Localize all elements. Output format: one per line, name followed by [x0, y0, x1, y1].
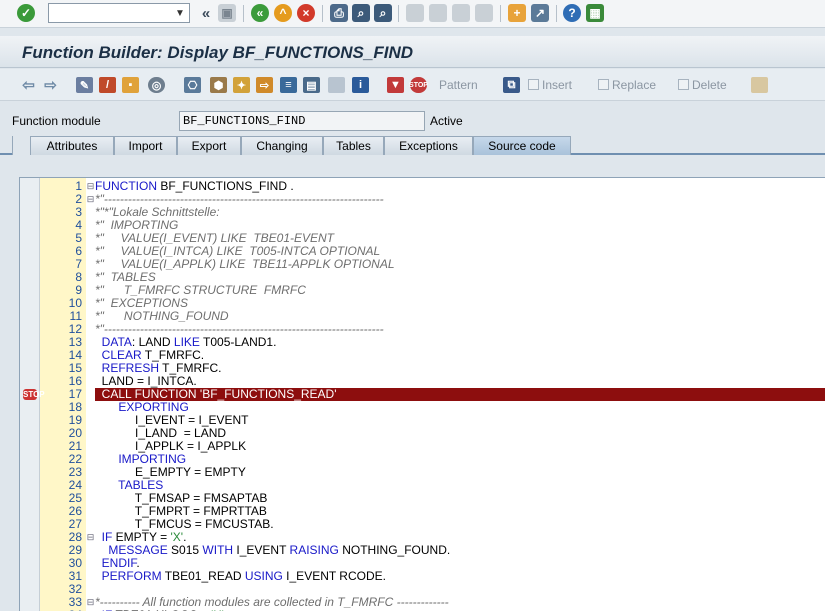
tab-import[interactable]: Import [114, 136, 177, 155]
first-page-icon[interactable] [406, 4, 424, 22]
chevron-down-icon[interactable]: ▼ [172, 4, 188, 22]
insert-button[interactable]: Insert [528, 78, 572, 92]
replace-icon [598, 79, 609, 90]
divider [243, 5, 244, 22]
back-arrow-icon[interactable]: ⇦ [20, 77, 37, 94]
shortcut-icon[interactable]: ↗ [531, 4, 549, 22]
forward-arrow-icon[interactable]: ⇨ [42, 77, 59, 94]
function-module-field[interactable]: BF_FUNCTIONS_FIND [179, 111, 425, 131]
tab-export[interactable]: Export [177, 136, 241, 155]
find-next-icon[interactable]: ⌕ [374, 4, 392, 22]
divider [398, 5, 399, 22]
test-icon[interactable]: ⬢ [210, 77, 227, 93]
code-text: MESSAGE S015 WITH I_EVENT RAISING NOTHIN… [108, 543, 451, 557]
status-text: Active [430, 114, 463, 128]
print-icon[interactable]: ⎙ [330, 4, 348, 22]
move-icon[interactable] [751, 77, 768, 93]
replace-button[interactable]: Replace [598, 78, 656, 92]
application-toolbar: ⇦ ⇨ ✎ / ▪ ◎ ⎔ ⬢ ✦ ⇨ ≡ ▤ i ▼ STOP Pattern… [0, 69, 825, 101]
divider [500, 5, 501, 22]
fold-toggle-icon[interactable]: ⊟ [86, 180, 95, 193]
other-object-icon[interactable]: / [99, 77, 116, 93]
pretty-printer-icon[interactable]: ⧉ [503, 77, 520, 93]
fold-toggle-icon[interactable]: ⊟ [86, 193, 95, 206]
delete-button[interactable]: Delete [678, 78, 727, 92]
insert-icon [528, 79, 539, 90]
page-title: Function Builder: Display BF_FUNCTIONS_F… [22, 43, 414, 62]
title-bar: Function Builder: Display BF_FUNCTIONS_F… [0, 36, 825, 68]
navigate-icon[interactable]: ✦ [233, 77, 250, 93]
previous-page-icon[interactable] [429, 4, 447, 22]
source-code-editor[interactable]: 1 ⊟ FUNCTION BF_FUNCTIONS_FIND . 2 ⊟ *"------… [19, 177, 825, 611]
breakpoint-icon[interactable]: ▼ [387, 77, 404, 93]
command-field[interactable] [48, 3, 190, 23]
hierarchy-icon[interactable]: ⇨ [256, 77, 273, 93]
breakpoint-marker-icon[interactable]: STOP [23, 389, 45, 400]
delete-icon [678, 79, 689, 90]
code-text: PERFORM TBE01_READ USING I_EVENT RCODE. [101, 569, 386, 583]
help-icon[interactable]: ? [563, 4, 581, 22]
last-page-icon[interactable] [475, 4, 493, 22]
tab-strip: Attributes Import Export Changing Tables… [0, 134, 825, 155]
tab-exceptions[interactable]: Exceptions [384, 136, 473, 155]
check-icon[interactable]: ▪ [122, 77, 139, 93]
cancel-icon[interactable]: × [297, 4, 315, 22]
tab-tables[interactable]: Tables [323, 136, 384, 155]
tab-strip-lead [12, 136, 30, 155]
code-line[interactable]: 29 MESSAGE S015 WITH I_EVENT RAISING NOT… [20, 544, 825, 557]
info-icon[interactable]: i [352, 77, 369, 93]
stop-icon[interactable]: STOP [409, 77, 428, 93]
display-change-icon[interactable]: ✎ [76, 77, 93, 93]
enter-icon[interactable]: ✓ [17, 4, 35, 22]
next-page-icon[interactable] [452, 4, 470, 22]
delete-label: Delete [692, 78, 727, 92]
replace-label: Replace [612, 78, 657, 92]
activate-icon[interactable]: ◎ [148, 77, 165, 93]
back-arrows-icon[interactable]: « [197, 4, 215, 22]
tab-source-code[interactable]: Source code [473, 136, 571, 155]
print-code-icon[interactable]: ▤ [303, 77, 320, 93]
save-icon[interactable]: ▣ [218, 4, 236, 22]
exit-icon[interactable]: ^ [274, 4, 292, 22]
where-used-icon[interactable]: ⎔ [184, 77, 201, 93]
system-toolbar: ✓ ▼ « ▣ « ^ × ⎙ ⌕ ⌕ + ↗ ? ▦ [0, 0, 825, 28]
fold-toggle-icon[interactable]: ⊟ [86, 531, 95, 544]
divider [556, 5, 557, 22]
insert-label: Insert [542, 78, 573, 92]
function-module-label: Function module [12, 114, 101, 128]
screen-layout-icon[interactable] [328, 77, 345, 93]
code-text: CALL FUNCTION 'BF_FUNCTIONS_READ' [95, 388, 825, 401]
new-session-icon[interactable]: + [508, 4, 526, 22]
customize-layout-icon[interactable]: ▦ [586, 4, 604, 22]
pattern-button[interactable]: Pattern [439, 78, 478, 92]
find-icon[interactable]: ⌕ [352, 4, 370, 22]
code-line[interactable]: 31 PERFORM TBE01_READ USING I_EVENT RCOD… [20, 570, 825, 583]
display-object-list-icon[interactable]: ≡ [280, 77, 297, 93]
fold-toggle-icon[interactable]: ⊟ [86, 596, 95, 609]
tab-attributes[interactable]: Attributes [30, 136, 114, 155]
back-icon[interactable]: « [251, 4, 269, 22]
divider [322, 5, 323, 22]
tab-changing[interactable]: Changing [241, 136, 323, 155]
